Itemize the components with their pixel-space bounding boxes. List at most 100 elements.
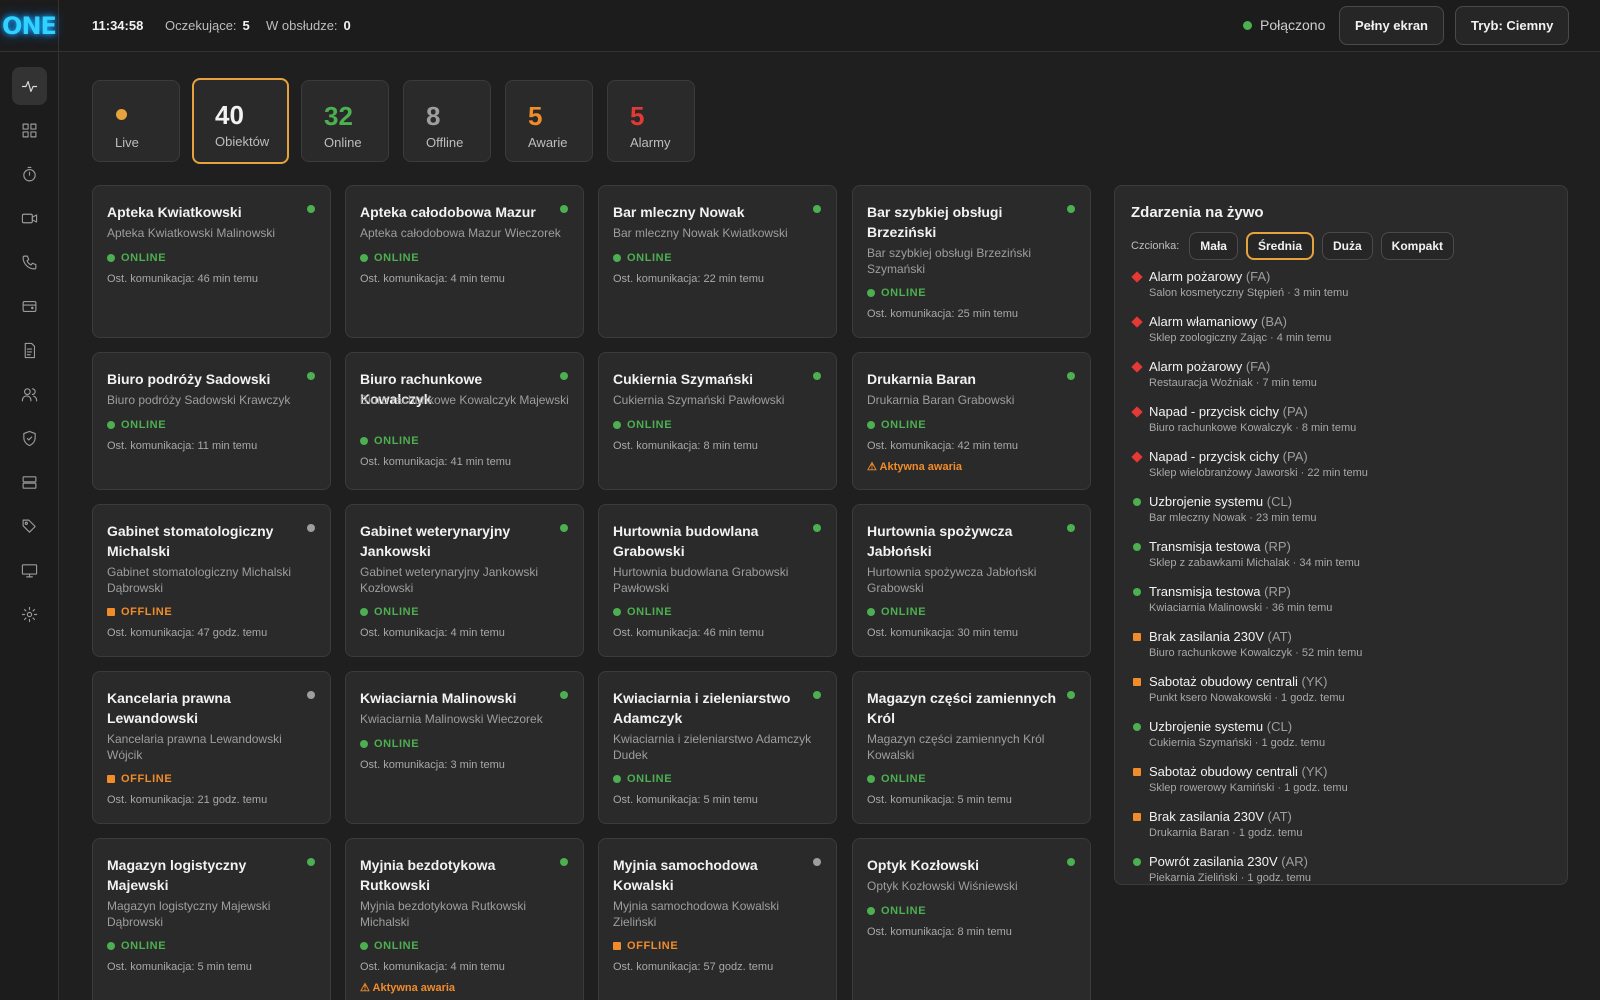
status-text: ONLINE (627, 419, 673, 431)
alarm-diamond-icon (1131, 406, 1143, 418)
event-detail: Drukarnia Baran · 1 godz. temu (1149, 827, 1303, 839)
object-card[interactable]: Apteka Kwiatkowski Apteka Kwiatkowski Ma… (92, 185, 331, 338)
status-dot-icon (1067, 205, 1075, 213)
clock: 11:34:58 (92, 18, 144, 33)
info-dot-icon (1133, 588, 1141, 596)
object-title: Kancelaria prawna Lewandowski (107, 690, 231, 726)
online-icon (360, 437, 368, 445)
stat-failures[interactable]: 5 Awarie (505, 80, 593, 162)
status-badge: ONLINE (867, 419, 926, 431)
event-detail: Restauracja Woźniak · 7 min temu (1149, 377, 1317, 389)
server-icon (22, 475, 37, 489)
online-icon (360, 942, 368, 950)
object-card[interactable]: Hurtownia spożywcza Jabłoński Hurtownia … (852, 504, 1091, 657)
sidebar-item-phone[interactable] (12, 243, 47, 281)
object-card[interactable]: Myjnia samochodowa Kowalski Myjnia samoc… (598, 838, 837, 1000)
object-card[interactable]: Gabinet weterynaryjny Jankowski Gabinet … (345, 504, 584, 657)
object-card[interactable]: Magazyn części zamiennych Król Magazyn c… (852, 671, 1091, 824)
object-card[interactable]: Apteka całodobowa Mazur Apteka całodobow… (345, 185, 584, 338)
stat-offline-count: 8 (426, 101, 441, 131)
status-dot-icon (1067, 858, 1075, 866)
pending-label: Oczekujące: (165, 18, 237, 33)
last-communication: Ost. komunikacja: 46 min temu (613, 627, 765, 639)
stat-online[interactable]: 32 Online (301, 80, 389, 162)
object-card[interactable]: Biuro rachunkowe Kowalczyk Biuro rachunk… (345, 352, 584, 490)
object-card[interactable]: Bar mleczny Nowak Bar mleczny Nowak Kwia… (598, 185, 837, 338)
sidebar-item-servers[interactable] (12, 463, 47, 501)
object-card[interactable]: Cukiernia Szymański Cukiernia Szymański … (598, 352, 837, 490)
sidebar-item-tags[interactable] (12, 507, 47, 545)
fullscreen-button[interactable]: Pełny ekran (1339, 6, 1444, 45)
wallet-icon (22, 300, 37, 312)
event-detail: Punkt ksero Nowakowski · 1 godz. temu (1149, 692, 1345, 704)
event-detail: Cukiernia Szymański · 1 godz. temu (1149, 737, 1326, 749)
sidebar-item-dashboard[interactable] (12, 111, 47, 149)
object-card[interactable]: Kancelaria prawna Lewandowski Kancelaria… (92, 671, 331, 824)
object-card[interactable]: Kwiaciarnia Malinowski Kwiaciarnia Malin… (345, 671, 584, 824)
events-panel-title: Zdarzenia na żywo (1131, 204, 1264, 221)
last-communication: Ost. komunikacja: 5 min temu (867, 794, 1012, 806)
event-detail: Biuro rachunkowe Kowalczyk · 8 min temu (1149, 422, 1357, 434)
sidebar-item-users[interactable] (12, 375, 47, 413)
status-dot-icon (307, 691, 315, 699)
sidebar-item-security[interactable] (12, 419, 47, 457)
sidebar-item-reports[interactable] (12, 331, 47, 369)
event-code: (FA) (1245, 269, 1271, 284)
status-text: ONLINE (881, 287, 927, 299)
object-card[interactable]: Myjnia bezdotykowa Rutkowski Myjnia bezd… (345, 838, 584, 1000)
sidebar-item-video[interactable] (12, 199, 47, 237)
stat-live[interactable]: Live (92, 80, 180, 162)
sidebar-item-wallet[interactable] (12, 287, 47, 325)
object-card[interactable]: Bar szybkiej obsługi Brzeziński Bar szyb… (852, 185, 1091, 338)
object-card[interactable]: Hurtownia budowlana Grabowski Hurtownia … (598, 504, 837, 657)
event-code: (AR) (1281, 854, 1308, 869)
sidebar-item-settings[interactable] (12, 595, 47, 633)
event-code: (FA) (1245, 359, 1271, 374)
sidebar-item-monitor[interactable] (12, 551, 47, 589)
font-size-compact-button[interactable]: Kompakt (1380, 232, 1455, 260)
status-dot-icon (560, 858, 568, 866)
stat-objects-label: Obiektów (215, 134, 270, 149)
object-card[interactable]: Biuro podróży Sadowski Biuro podróży Sad… (92, 352, 331, 490)
fault-square-icon (1133, 678, 1141, 686)
fault-square-icon (1133, 813, 1141, 821)
object-title: Drukarnia Baran (867, 371, 976, 387)
status-dot-icon (560, 524, 568, 532)
status-badge: ONLINE (360, 435, 419, 447)
font-size-small-button[interactable]: Mała (1189, 232, 1238, 260)
event-name: Alarm włamaniowy (1149, 314, 1258, 329)
status-badge: ONLINE (107, 419, 166, 431)
last-communication: Ost. komunikacja: 4 min temu (360, 627, 505, 639)
status-dot-icon (1067, 372, 1075, 380)
object-card[interactable]: Drukarnia Baran Drukarnia Baran Grabowsk… (852, 352, 1091, 490)
object-card[interactable]: Magazyn logistyczny Majewski Magazyn log… (92, 838, 331, 1000)
status-text: OFFLINE (627, 940, 679, 952)
object-card[interactable]: Gabinet stomatologiczny Michalski Gabine… (92, 504, 331, 657)
stat-offline-label: Offline (426, 135, 464, 150)
online-icon (360, 608, 368, 616)
event-detail: Biuro rachunkowe Kowalczyk · 52 min temu (1149, 647, 1363, 659)
font-size-medium-button[interactable]: Średnia (1245, 232, 1314, 260)
status-dot-icon (560, 205, 568, 213)
object-title: Magazyn logistyczny Majewski (107, 857, 247, 893)
app-logo[interactable]: ONE (0, 0, 59, 52)
font-size-large-button[interactable]: Duża (1322, 232, 1373, 260)
timer-icon (23, 166, 36, 181)
sidebar-item-activity[interactable] (12, 67, 47, 105)
status-badge: ONLINE (360, 252, 419, 264)
object-title: Apteka Kwiatkowski (107, 204, 242, 220)
stat-alarms[interactable]: 5 Alarmy (607, 80, 695, 162)
event-code: (CL) (1266, 719, 1293, 734)
theme-mode-button[interactable]: Tryb: Ciemny (1455, 6, 1570, 45)
object-subtitle: Kwiaciarnia i zieleniarstwo Adamczyk Dud… (613, 732, 812, 762)
stat-objects[interactable]: 40 Obiektów (192, 78, 289, 164)
stat-offline[interactable]: 8 Offline (403, 80, 491, 162)
object-card[interactable]: Kwiaciarnia i zieleniarstwo Adamczyk Kwi… (598, 671, 837, 824)
users-icon (21, 387, 38, 401)
object-card[interactable]: Optyk Kozłowski Optyk Kozłowski Wiśniews… (852, 838, 1091, 1000)
event-name: Uzbrojenie systemu (1149, 494, 1264, 509)
object-subtitle: Kwiaciarnia Malinowski Wieczorek (360, 712, 543, 726)
stat-alarms-label: Alarmy (630, 135, 671, 150)
event-name: Transmisja testowa (1149, 539, 1261, 554)
sidebar-item-timer[interactable] (12, 155, 47, 193)
